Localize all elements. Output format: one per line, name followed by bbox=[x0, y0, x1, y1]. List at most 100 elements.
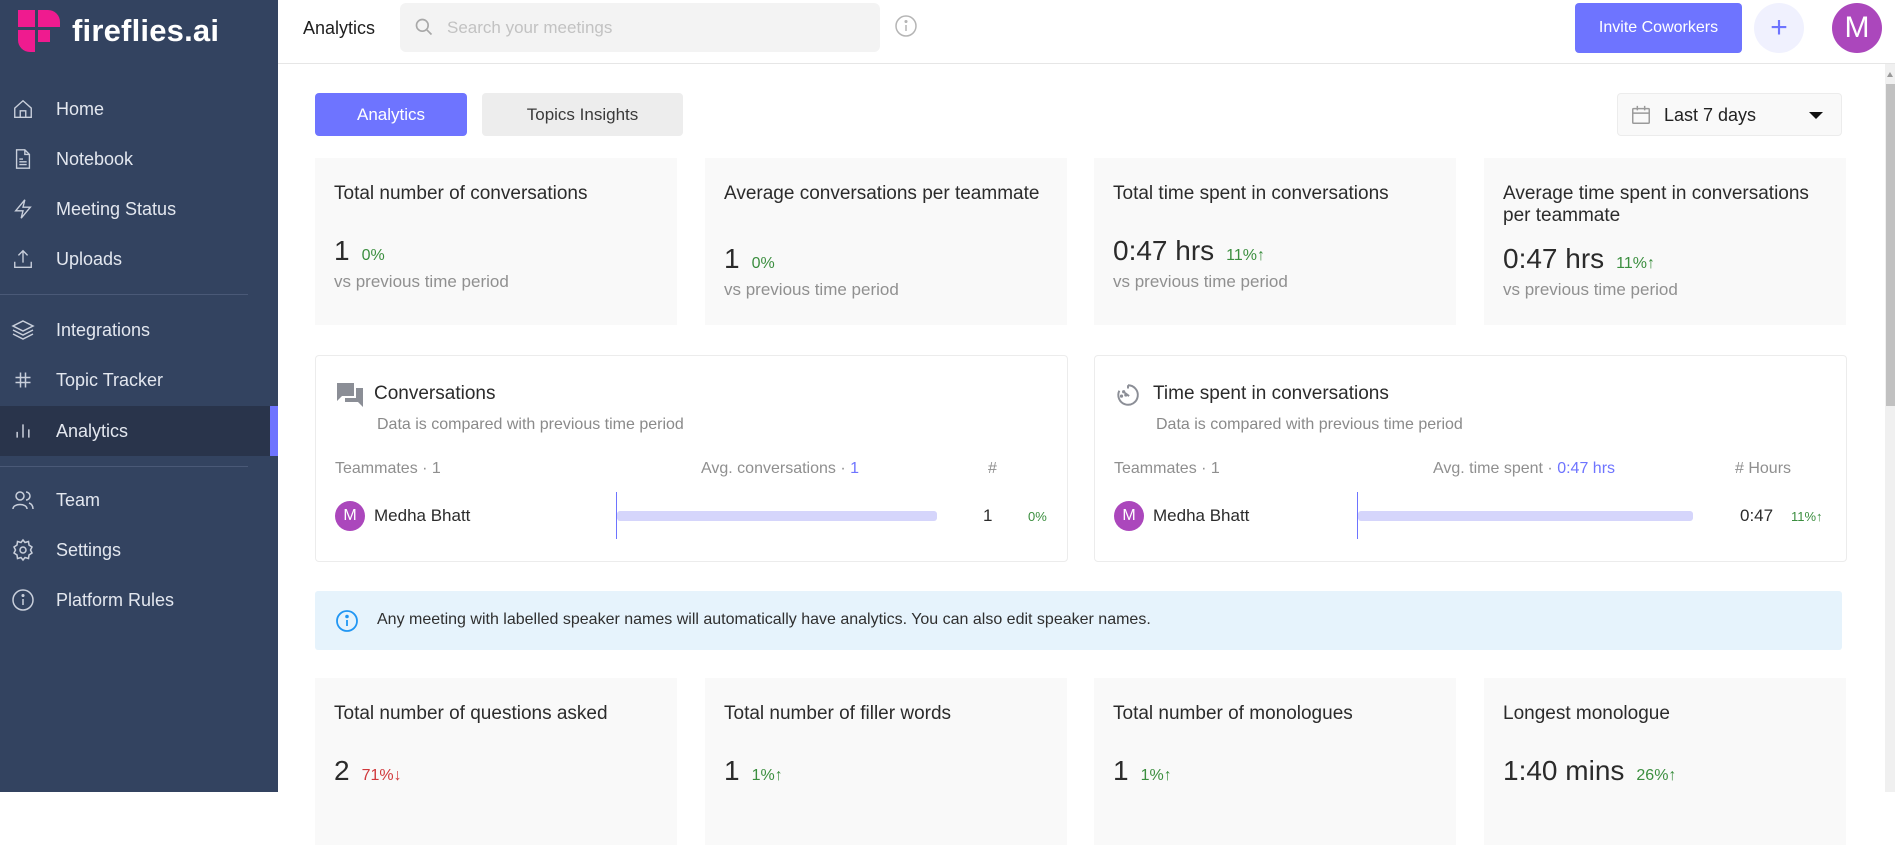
info-banner: Any meeting with labelled speaker names … bbox=[315, 591, 1842, 650]
stat-subtext: vs previous time period bbox=[1113, 272, 1288, 291]
avatar: M bbox=[1114, 501, 1144, 531]
stat-change: 0% bbox=[751, 255, 775, 272]
sidebar-item-label: Meeting Status bbox=[56, 198, 177, 219]
info-icon bbox=[11, 588, 35, 612]
avg-value: 1 bbox=[850, 460, 860, 477]
sidebar-divider bbox=[0, 294, 248, 295]
calendar-icon bbox=[1630, 104, 1652, 131]
team-icon bbox=[11, 488, 35, 512]
avg-header: Avg. time spent · 0:47 hrs bbox=[1433, 460, 1615, 478]
sidebar-item-label: Notebook bbox=[56, 148, 134, 169]
fireflies-logo-icon bbox=[18, 10, 60, 52]
time-spent-panel: Time spent in conversations Data is comp… bbox=[1094, 355, 1847, 562]
stat-card-total-time: Total time spent in conversations 0:47 h… bbox=[1094, 158, 1456, 325]
teammates-header: Teammates · 1 bbox=[335, 460, 441, 477]
stat-change: 11%↑ bbox=[1616, 255, 1656, 272]
sidebar-item-notebook[interactable]: Notebook bbox=[0, 134, 278, 184]
search-box[interactable] bbox=[400, 3, 880, 52]
stat-subtext: vs previous time period bbox=[724, 280, 899, 299]
teammate-change: 11%↑ bbox=[1791, 509, 1823, 524]
logo[interactable]: fireflies.ai bbox=[18, 10, 219, 52]
sidebar-item-label: Uploads bbox=[56, 248, 123, 269]
sidebar-item-team[interactable]: Team bbox=[0, 475, 278, 525]
panel-title: Conversations bbox=[374, 383, 496, 404]
stat-title: Total number of filler words bbox=[724, 703, 952, 724]
info-icon bbox=[335, 609, 359, 638]
sidebar-item-analytics[interactable]: Analytics bbox=[0, 406, 278, 456]
sidebar-item-integrations[interactable]: Integrations bbox=[0, 305, 278, 355]
stat-change: 1%↑ bbox=[1140, 767, 1172, 784]
stat-value: 0:47 hrs bbox=[1503, 243, 1605, 274]
add-button[interactable]: + bbox=[1754, 3, 1804, 53]
teammate-name[interactable]: Medha Bhatt bbox=[1153, 506, 1249, 526]
info-icon[interactable] bbox=[894, 14, 918, 43]
sidebar-item-label: Platform Rules bbox=[56, 589, 175, 610]
sidebar: fireflies.ai Home Notebook Meeting Statu… bbox=[0, 0, 278, 792]
layers-icon bbox=[11, 318, 35, 342]
gear-icon bbox=[11, 538, 35, 562]
tab-topics-insights[interactable]: Topics Insights bbox=[482, 93, 683, 136]
stat-value: 1 bbox=[334, 235, 350, 266]
tab-analytics[interactable]: Analytics bbox=[315, 93, 467, 136]
stat-title: Total number of monologues bbox=[1113, 703, 1353, 724]
date-range-dropdown[interactable]: Last 7 days bbox=[1617, 93, 1842, 136]
time-spent-bar bbox=[1358, 511, 1693, 521]
sidebar-item-meeting-status[interactable]: Meeting Status bbox=[0, 184, 278, 234]
sidebar-item-platform-rules[interactable]: Platform Rules bbox=[0, 575, 278, 625]
count-header: # bbox=[988, 460, 997, 477]
sidebar-item-topic-tracker[interactable]: Topic Tracker bbox=[0, 355, 278, 405]
avg-header: Avg. conversations · 1 bbox=[701, 460, 859, 478]
stat-value: 1 bbox=[724, 243, 740, 274]
stat-change: 11%↑ bbox=[1226, 247, 1266, 264]
stat-card-questions: Total number of questions asked 2 71%↓ bbox=[315, 678, 677, 845]
sidebar-item-uploads[interactable]: Uploads bbox=[0, 234, 278, 284]
page-title: Analytics bbox=[303, 18, 376, 38]
caret-down-icon bbox=[1809, 112, 1823, 119]
logo-text: fireflies.ai bbox=[72, 13, 220, 48]
vertical-scrollbar[interactable] bbox=[1885, 64, 1895, 792]
stat-card-filler-words: Total number of filler words 1 1%↑ bbox=[705, 678, 1067, 845]
avg-label: Avg. time spent · bbox=[1433, 460, 1558, 477]
stat-change: 1%↑ bbox=[751, 767, 783, 784]
stat-value: 2 bbox=[334, 755, 350, 786]
teammate-name[interactable]: Medha Bhatt bbox=[374, 506, 470, 526]
user-avatar[interactable]: M bbox=[1832, 3, 1882, 53]
chat-bubbles-icon bbox=[336, 382, 364, 413]
stat-value: 1 bbox=[1113, 755, 1129, 786]
scroll-up-arrow-icon[interactable] bbox=[1887, 72, 1893, 77]
sidebar-item-label: Settings bbox=[56, 539, 122, 560]
stat-subtext: vs previous time period bbox=[334, 272, 509, 291]
stat-change: 0% bbox=[361, 247, 385, 264]
home-icon bbox=[11, 97, 35, 121]
date-range-value: Last 7 days bbox=[1664, 105, 1757, 125]
sidebar-divider bbox=[0, 466, 248, 467]
top-header: Analytics Invite Coworkers + M bbox=[278, 0, 1895, 64]
stat-title: Total number of questions asked bbox=[334, 703, 608, 724]
conversations-bar bbox=[617, 511, 937, 521]
sidebar-item-label: Team bbox=[56, 489, 101, 510]
sidebar-item-home[interactable]: Home bbox=[0, 84, 278, 134]
scrollbar-thumb[interactable] bbox=[1886, 84, 1895, 406]
stat-change: 26%↑ bbox=[1636, 767, 1677, 784]
stat-value: 1 bbox=[724, 755, 740, 786]
stat-subtext: vs previous time period bbox=[1503, 280, 1678, 299]
panel-subtitle: Data is compared with previous time peri… bbox=[377, 416, 684, 433]
sidebar-item-label: Home bbox=[56, 98, 105, 119]
stat-change: 71%↓ bbox=[361, 767, 402, 784]
avg-value: 0:47 hrs bbox=[1557, 460, 1616, 477]
upload-icon bbox=[11, 247, 35, 271]
stat-card-monologues: Total number of monologues 1 1%↑ bbox=[1094, 678, 1456, 845]
invite-coworkers-button[interactable]: Invite Coworkers bbox=[1575, 3, 1742, 53]
sidebar-item-settings[interactable]: Settings bbox=[0, 525, 278, 575]
lightning-icon bbox=[11, 197, 35, 221]
avatar: M bbox=[335, 501, 365, 531]
bar-chart-icon bbox=[11, 419, 35, 443]
stat-title: Total time spent in conversations bbox=[1113, 183, 1389, 204]
stat-value: 0:47 hrs bbox=[1113, 235, 1215, 266]
stat-value: 1:40 mins bbox=[1503, 755, 1625, 786]
banner-text: Any meeting with labelled speaker names … bbox=[377, 611, 1151, 628]
sidebar-item-label: Analytics bbox=[56, 420, 129, 441]
stat-title: Average conversations per teammate bbox=[724, 183, 1040, 204]
search-input[interactable] bbox=[447, 3, 867, 52]
notebook-icon bbox=[11, 147, 35, 171]
